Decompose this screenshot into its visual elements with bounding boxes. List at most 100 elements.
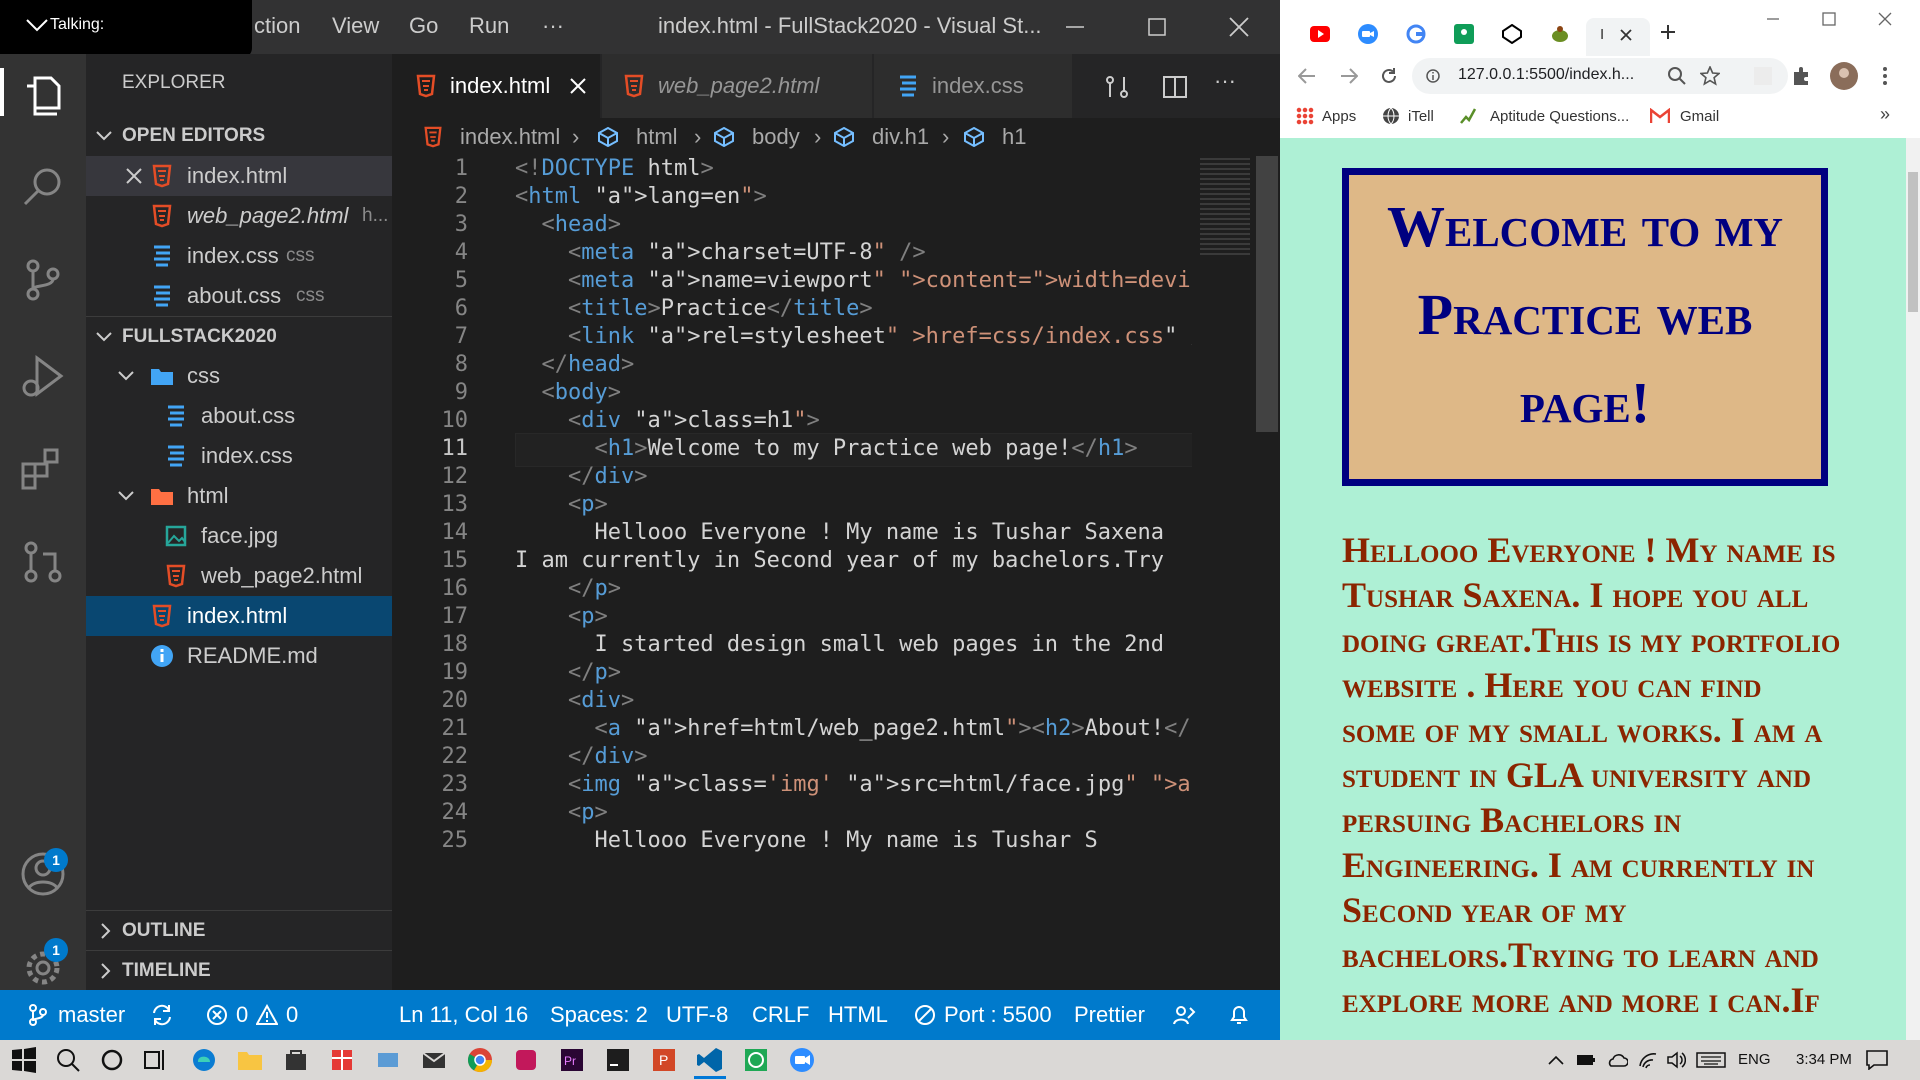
- language-mode[interactable]: HTML: [828, 990, 888, 1040]
- code-line[interactable]: Hellooo Everyone ! My name is Tushar Sax…: [515, 520, 1164, 545]
- run-debug-icon[interactable]: [19, 352, 67, 400]
- code-line[interactable]: <title>Practice</title>: [515, 296, 873, 321]
- code-line[interactable]: </div>: [515, 744, 648, 769]
- code-line[interactable]: <html "a">lang=en">: [515, 184, 767, 209]
- tab-extension[interactable]: [1538, 18, 1582, 52]
- tree-file-selected[interactable]: index.html: [86, 596, 392, 636]
- tab-youtube[interactable]: [1298, 18, 1342, 52]
- code-line[interactable]: <head>: [515, 212, 621, 237]
- notifications-icon[interactable]: [1866, 1050, 1888, 1070]
- code-line[interactable]: <h1>Welcome to my Practice web page!</h1…: [515, 436, 1137, 461]
- source-control-icon[interactable]: [19, 256, 67, 304]
- editor-scrollbar[interactable]: [1254, 156, 1280, 990]
- vscode-icon[interactable]: [696, 1046, 724, 1074]
- more-bookmarks-icon[interactable]: »: [1880, 104, 1890, 125]
- breadcrumb-h1[interactable]: h1: [1002, 118, 1026, 156]
- code-line[interactable]: <img "a">class='img' "a">src=html/face.j…: [515, 772, 1192, 797]
- close-icon[interactable]: [126, 168, 142, 184]
- open-editor-item[interactable]: index.css css: [86, 236, 392, 276]
- tab-google[interactable]: [1394, 18, 1438, 52]
- bell-icon[interactable]: [1228, 1004, 1250, 1026]
- encoding[interactable]: UTF-8: [666, 990, 728, 1040]
- mail-icon[interactable]: [420, 1046, 448, 1074]
- split-editor-icon[interactable]: [1162, 74, 1188, 100]
- gift-icon[interactable]: [328, 1046, 356, 1074]
- wifi-icon[interactable]: [1638, 1050, 1658, 1070]
- tree-file[interactable]: README.md: [86, 636, 392, 676]
- cursor-position[interactable]: Ln 11, Col 16: [399, 990, 528, 1040]
- tab-index-html[interactable]: index.html: [392, 54, 600, 118]
- open-editor-item[interactable]: about.css css: [86, 276, 392, 316]
- code-line[interactable]: <a "a">href=html/web_page2.html"><h2>Abo…: [515, 716, 1192, 741]
- code-editor[interactable]: 1 <!DOCTYPE html> 2 <html "a">lang=en"> 3 <h…: [392, 156, 1192, 990]
- open-changes-icon[interactable]: [1104, 74, 1130, 100]
- branch-label[interactable]: master: [58, 990, 125, 1040]
- close-icon[interactable]: [1878, 12, 1892, 26]
- code-line[interactable]: Hellooo Everyone ! My name is Tushar S: [515, 828, 1097, 853]
- edge-icon[interactable]: [190, 1046, 218, 1074]
- menu-dots-icon[interactable]: [1882, 66, 1888, 86]
- network-folder-icon[interactable]: [374, 1046, 402, 1074]
- avatar[interactable]: [1830, 62, 1858, 90]
- extensions-icon[interactable]: [19, 444, 67, 492]
- bookmark-itell[interactable]: iTell: [1408, 108, 1434, 125]
- folder-html[interactable]: html: [86, 476, 392, 516]
- minimize-icon[interactable]: [1766, 12, 1780, 26]
- pull-request-icon[interactable]: [19, 538, 67, 586]
- breadcrumb-body[interactable]: body: [752, 118, 800, 156]
- task-view-icon[interactable]: [142, 1046, 170, 1074]
- code-line[interactable]: <meta "a">charset=UTF-8" />: [515, 240, 926, 265]
- code-line[interactable]: </p>: [515, 660, 621, 685]
- code-line[interactable]: I am currently in Second year of my bach…: [515, 548, 1164, 573]
- app-icon[interactable]: [512, 1046, 540, 1074]
- menu-more[interactable]: ···: [542, 13, 564, 39]
- menu-view[interactable]: View: [332, 13, 379, 39]
- scrollbar-thumb[interactable]: [1256, 156, 1278, 432]
- language-indicator[interactable]: ENG: [1738, 1051, 1771, 1068]
- indentation[interactable]: Spaces: 2: [550, 990, 648, 1040]
- tree-file[interactable]: index.css: [86, 436, 392, 476]
- search-icon[interactable]: [54, 1046, 82, 1074]
- url-text[interactable]: 127.0.0.1:5500/index.h...: [1458, 66, 1634, 84]
- info-icon[interactable]: [1426, 69, 1440, 83]
- live-server-port[interactable]: Port : 5500: [944, 990, 1052, 1040]
- maximize-button[interactable]: [1116, 0, 1198, 54]
- code-line[interactable]: I started design small web pages in the …: [515, 632, 1164, 657]
- bookmark-aptitude[interactable]: Aptitude Questions...: [1490, 108, 1629, 125]
- premiere-icon[interactable]: Pr: [558, 1046, 586, 1074]
- tree-file[interactable]: face.jpg: [86, 516, 392, 556]
- clock[interactable]: 3:34 PM: [1796, 1051, 1852, 1068]
- code-line[interactable]: <p>: [515, 800, 608, 825]
- pycharm-icon[interactable]: [604, 1046, 632, 1074]
- end-of-line[interactable]: CRLF: [752, 990, 809, 1040]
- menu-run[interactable]: Run: [469, 13, 509, 39]
- breadcrumb-html[interactable]: html: [636, 118, 678, 156]
- search-icon[interactable]: [19, 162, 67, 210]
- warning-count[interactable]: 0: [286, 990, 298, 1040]
- warning-icon[interactable]: [256, 1004, 278, 1026]
- more-actions-icon[interactable]: ···: [1214, 68, 1236, 94]
- code-line[interactable]: <p>: [515, 604, 608, 629]
- file-explorer-icon[interactable]: [236, 1046, 264, 1074]
- code-line[interactable]: <meta "a">name=viewport" ">content=">wid…: [515, 268, 1192, 293]
- prettier-status[interactable]: Prettier: [1074, 990, 1145, 1040]
- menu-selection[interactable]: ction: [254, 13, 300, 39]
- maximize-icon[interactable]: [1822, 12, 1836, 26]
- chrome-icon[interactable]: [466, 1046, 494, 1074]
- zoom-icon[interactable]: [788, 1046, 816, 1074]
- code-line[interactable]: <div>: [515, 688, 634, 713]
- open-editors-header[interactable]: OPEN EDITORS: [86, 116, 392, 156]
- tree-file[interactable]: about.css: [86, 396, 392, 436]
- cloud-icon[interactable]: [1606, 1052, 1628, 1068]
- breadcrumb-file[interactable]: index.html: [460, 118, 560, 156]
- error-icon[interactable]: [206, 1004, 228, 1026]
- explorer-icon[interactable]: [19, 72, 67, 120]
- code-line[interactable]: <body>: [515, 380, 621, 405]
- keyboard-icon[interactable]: [1696, 1052, 1726, 1068]
- forward-icon[interactable]: [1340, 68, 1358, 84]
- battery-icon[interactable]: [1576, 1052, 1596, 1068]
- tab-classroom[interactable]: [1442, 18, 1486, 52]
- project-header[interactable]: FULLSTACK2020: [86, 316, 392, 356]
- extension-icon[interactable]: [1754, 67, 1772, 85]
- minimap[interactable]: [1192, 156, 1254, 990]
